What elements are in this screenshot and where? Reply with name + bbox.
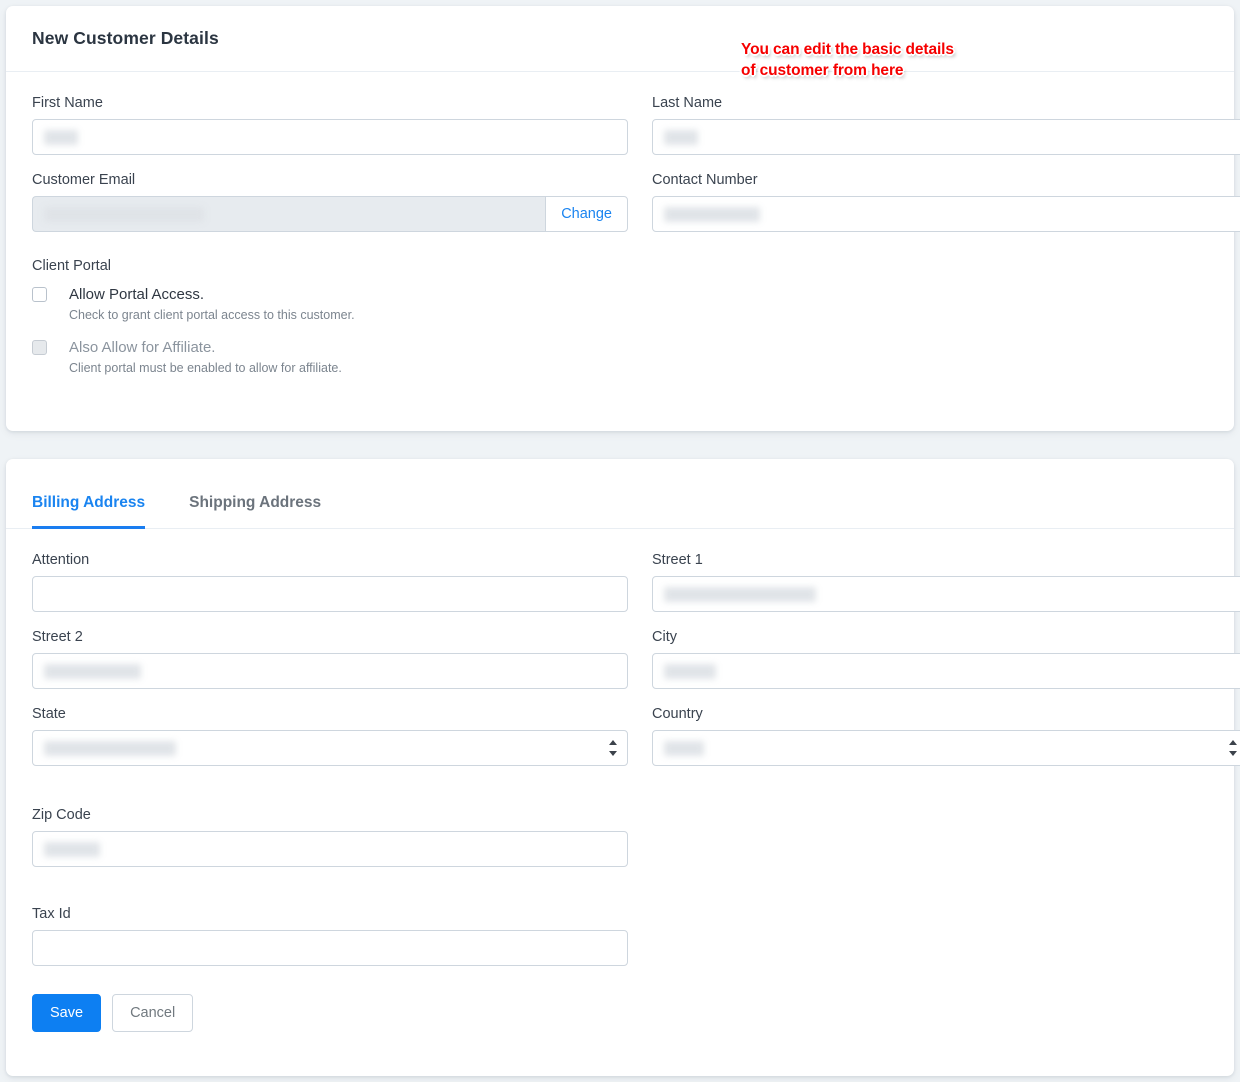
label-city: City	[652, 629, 677, 645]
customer-details-card: New Customer Details First Name Last Nam…	[6, 6, 1240, 431]
state-select[interactable]	[32, 730, 628, 766]
address-card: Billing Address Shipping Address Attenti…	[6, 459, 1240, 1076]
label-first-name: First Name	[32, 95, 103, 111]
allow-portal-access-label[interactable]: Allow Portal Access.	[69, 284, 204, 305]
label-contact-number: Contact Number	[652, 172, 758, 188]
field-last-name: Last Name	[652, 94, 1240, 155]
redacted-value	[44, 663, 141, 679]
field-street-2: Street 2	[32, 628, 628, 689]
field-state: State	[32, 705, 628, 766]
tax-id-input[interactable]	[32, 930, 628, 966]
label-street-2: Street 2	[32, 629, 83, 645]
tab-shipping-address[interactable]: Shipping Address	[167, 493, 343, 528]
label-country: Country	[652, 706, 703, 722]
affiliate-row: Also Allow for Affiliate.	[32, 337, 1208, 358]
form-actions: Save Cancel	[32, 982, 1208, 1032]
field-first-name: First Name	[32, 94, 628, 155]
label-attention: Attention	[32, 552, 90, 568]
tab-billing-address[interactable]: Billing Address	[32, 493, 167, 529]
address-row-2: Street 2 City	[32, 628, 1240, 705]
field-contact-number: Contact Number	[652, 171, 1240, 232]
redacted-value	[664, 663, 716, 679]
address-body: Attention Street 1 Street 2 City State C…	[6, 529, 1240, 1032]
name-row: First Name Last Name	[32, 94, 1240, 171]
redacted-value	[664, 206, 760, 222]
address-tabs: Billing Address Shipping Address	[6, 459, 1234, 529]
contact-row: Customer Email Change Contact Number	[32, 171, 1240, 248]
label-tax-id: Tax Id	[32, 906, 71, 922]
field-street-1: Street 1	[652, 551, 1240, 612]
client-portal-heading: Client Portal	[32, 258, 111, 274]
address-row-5-spacer	[652, 905, 1240, 982]
client-portal-section: Client Portal Allow Portal Access. Check…	[32, 258, 1208, 376]
allow-portal-access-checkbox[interactable]	[32, 287, 47, 302]
redacted-value	[44, 206, 204, 222]
redacted-value	[664, 586, 816, 602]
chevron-updown-icon	[1228, 740, 1237, 756]
allow-portal-access-help: Check to grant client portal access to t…	[69, 308, 355, 322]
label-zip-code: Zip Code	[32, 807, 91, 823]
zip-code-input[interactable]	[32, 831, 628, 867]
redacted-value	[44, 740, 176, 756]
customer-details-header: New Customer Details	[6, 6, 1234, 72]
label-state: State	[32, 706, 66, 722]
attention-input[interactable]	[32, 576, 628, 612]
page-title: New Customer Details	[32, 28, 219, 48]
allow-affiliate-help: Client portal must be enabled to allow f…	[69, 361, 342, 375]
label-last-name: Last Name	[652, 95, 723, 111]
customer-email-group: Change	[32, 196, 628, 232]
last-name-input[interactable]	[652, 119, 1240, 155]
city-input[interactable]	[652, 653, 1240, 689]
field-tax-id: Tax Id	[32, 905, 628, 966]
country-select[interactable]	[652, 730, 1240, 766]
field-attention: Attention	[32, 551, 628, 612]
field-city: City	[652, 628, 1240, 689]
address-row-4: Zip Code	[32, 806, 1208, 883]
address-row-3: State Country	[32, 705, 1240, 782]
save-button[interactable]: Save	[32, 994, 102, 1032]
redacted-value	[44, 129, 78, 145]
label-customer-email: Customer Email	[32, 172, 136, 188]
allow-affiliate-label: Also Allow for Affiliate.	[69, 339, 216, 356]
redacted-value	[44, 841, 100, 857]
page-root: New Customer Details First Name Last Nam…	[0, 0, 1240, 1082]
address-row-1: Attention Street 1	[32, 551, 1240, 628]
field-country: Country	[652, 705, 1240, 766]
first-name-input[interactable]	[32, 119, 628, 155]
customer-email-input	[32, 196, 546, 232]
chevron-updown-icon	[608, 740, 617, 756]
redacted-value	[664, 740, 704, 756]
portal-access-row: Allow Portal Access.	[32, 284, 1208, 305]
contact-number-input[interactable]	[652, 196, 1240, 232]
field-customer-email: Customer Email Change	[32, 171, 628, 232]
field-zip-code: Zip Code	[32, 806, 628, 867]
redacted-value	[664, 129, 698, 145]
address-row-5: Tax Id	[32, 905, 1208, 982]
street-2-input[interactable]	[32, 653, 628, 689]
cancel-button[interactable]: Cancel	[112, 994, 194, 1032]
street-1-input[interactable]	[652, 576, 1240, 612]
customer-details-body: First Name Last Name Customer Email Chan…	[6, 72, 1240, 376]
allow-affiliate-checkbox	[32, 340, 47, 355]
change-email-button[interactable]: Change	[545, 196, 628, 232]
label-street-1: Street 1	[652, 552, 703, 568]
address-row-4-spacer	[652, 806, 1240, 883]
